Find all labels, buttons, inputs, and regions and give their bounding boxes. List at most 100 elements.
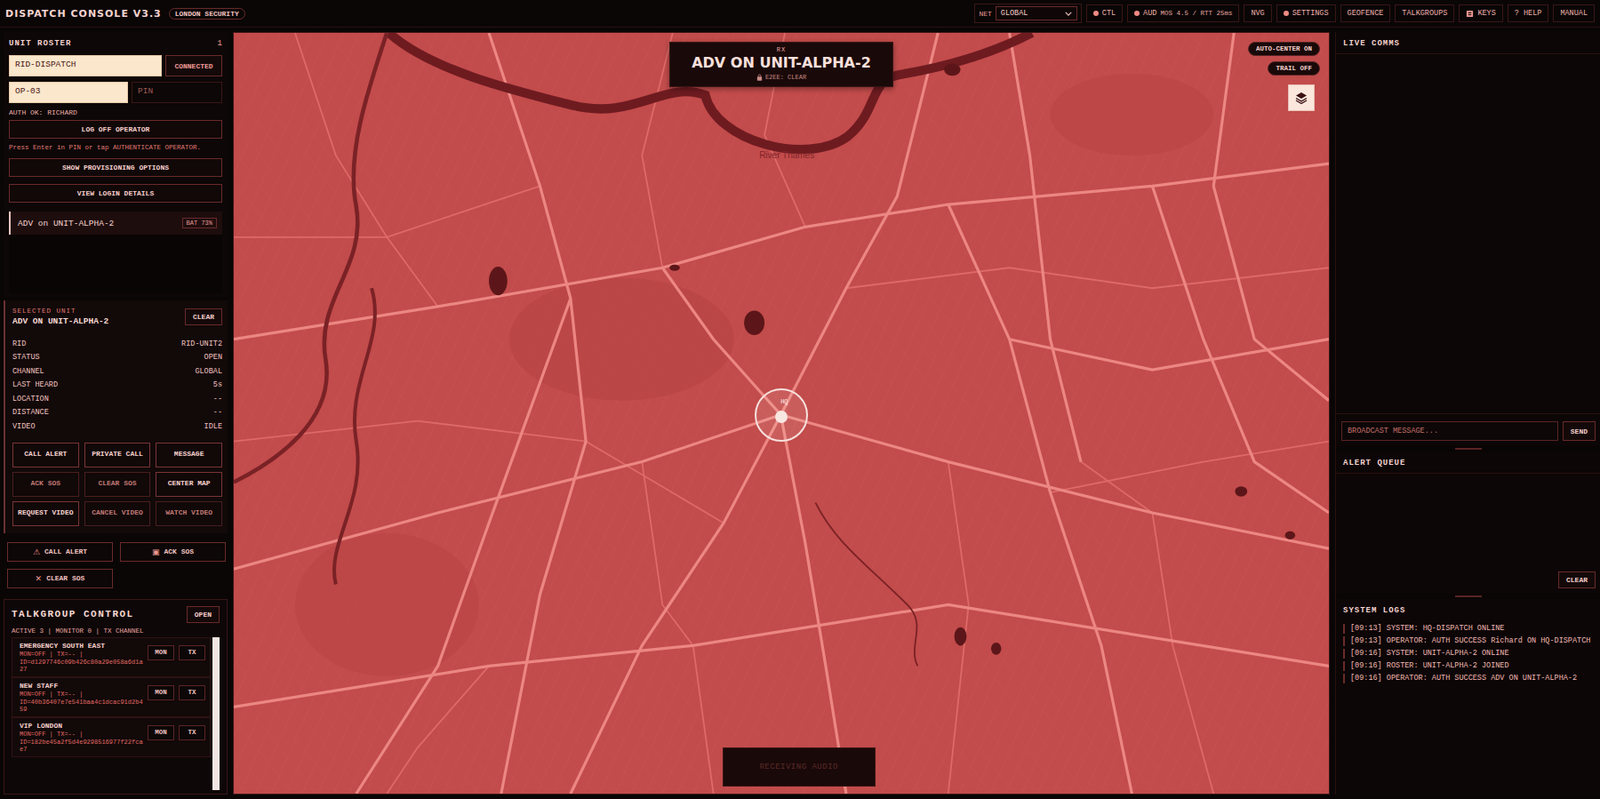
field-key: LAST HEARD xyxy=(12,380,58,390)
talkgroup-list: EMERGENCY SOUTH EASTMON=OFF | TX=-- |ID=… xyxy=(11,637,211,792)
chevron-down-icon xyxy=(1064,11,1072,16)
auth-hint: Press Enter in PIN or tap AUTHENTICATE O… xyxy=(8,144,223,152)
roster-option-button[interactable]: VIEW LOGIN DETAILS xyxy=(8,184,223,203)
talkgroup-buttons: MONTX xyxy=(147,721,206,753)
status-dot-icon xyxy=(1093,10,1099,16)
toolbar-button[interactable]: ? HELP xyxy=(1507,4,1550,23)
scrollbar-thumb[interactable] xyxy=(212,637,220,792)
toolbar-button[interactable]: TALKGROUPS xyxy=(1394,4,1455,23)
toolbar-button[interactable]: NVG xyxy=(1243,4,1272,23)
audio-indicator: RECEIVING AUDIO xyxy=(722,747,876,787)
battery-badge: BAT 73% xyxy=(182,217,217,229)
pin-field[interactable]: PIN xyxy=(131,81,223,104)
logoff-button[interactable]: LOG OFF OPERATOR xyxy=(8,120,223,139)
talkgroup-open-button[interactable]: OPEN xyxy=(186,606,220,624)
roster-header: UNIT ROSTER 1 xyxy=(8,39,223,48)
unit-actions: CALL ALERTPRIVATE CALLMESSAGE ACK SOSCLEA… xyxy=(12,442,223,527)
rx-banner: RXADV ON UNIT-ALPHA-2E2EE: CLEAR xyxy=(669,41,894,88)
field-value: -- xyxy=(213,394,223,404)
unit-action-button[interactable]: CALL ALERT xyxy=(12,442,80,468)
log-time: [09:16] xyxy=(1350,648,1383,658)
hq-marker[interactable]: HQ xyxy=(754,388,808,442)
talkgroup-button[interactable]: MON xyxy=(147,645,175,661)
unit-field: RIDRID-UNIT2 xyxy=(12,336,223,352)
map[interactable]: River ThamesHQRXADV ON UNIT-ALPHA-2E2EE:… xyxy=(232,32,1330,795)
send-button[interactable]: SEND xyxy=(1562,421,1596,441)
toolbar: NETGLOBALCTLAUDMOS 4.5 / RTT 25msNVGSETT… xyxy=(974,3,1595,24)
quick-action-label: ACK SOS xyxy=(163,547,194,556)
talkgroup-info: EMERGENCY SOUTH EASTMON=OFF | TX=-- |ID=… xyxy=(19,641,144,673)
unit-action-button[interactable]: WATCH VIDEO xyxy=(155,501,223,527)
unit-action-button[interactable]: CENTER MAP xyxy=(155,472,223,497)
unit-action-button[interactable]: MESSAGE xyxy=(155,442,223,468)
talkgroup-button[interactable]: TX xyxy=(178,725,206,741)
field-value: 5s xyxy=(213,380,223,390)
clear-alerts-button[interactable]: CLEAR xyxy=(1558,571,1596,589)
talkgroup-header: TALKGROUP CONTROLOPEN xyxy=(11,606,220,624)
connection-button[interactable]: CONNECTED xyxy=(165,55,223,77)
map-controls: AUTO-CENTER ON TRAIL OFF xyxy=(1248,41,1320,112)
roster-option-button[interactable]: SHOW PROVISIONING OPTIONS xyxy=(8,158,223,177)
toolbar-label: AUD xyxy=(1143,8,1157,18)
layers-button[interactable] xyxy=(1288,84,1315,112)
toolbar-detail: MOS 4.5 / RTT 25ms xyxy=(1160,9,1232,17)
toolbar-button[interactable]: GEOFENCE xyxy=(1340,4,1392,23)
toolbar-button[interactable]: KEYS xyxy=(1458,4,1503,23)
log-text: SYSTEM: HQ-DISPATCH ONLINE xyxy=(1386,624,1505,633)
toolbar-button[interactable]: CTL xyxy=(1086,4,1123,23)
lock-icon xyxy=(756,73,763,81)
live-comms-title: LIVE COMMS xyxy=(1336,32,1600,48)
talkgroup-button[interactable]: TX xyxy=(178,685,206,701)
clear-selection-button[interactable]: CLEAR xyxy=(184,308,223,326)
selected-unit-heading: SELECTED UNITADV ON UNIT-ALPHA-2 xyxy=(12,307,109,327)
unit-action-button[interactable]: REQUEST VIDEO xyxy=(12,501,80,527)
field-value: RID-UNIT2 xyxy=(181,339,223,349)
log-list: [09:13] SYSTEM: HQ-DISPATCH ONLINE[09:13… xyxy=(1336,624,1600,684)
talkgroup-button[interactable]: MON xyxy=(147,685,175,701)
unit-action-button[interactable]: CLEAR SOS xyxy=(84,472,152,497)
net-dropdown[interactable]: GLOBAL xyxy=(995,6,1078,21)
talkgroup-button[interactable]: MON xyxy=(147,725,175,741)
toolbar-button[interactable]: SETTINGS xyxy=(1276,4,1336,23)
net-label: NET xyxy=(978,9,992,18)
toolbar-button[interactable]: MANUAL xyxy=(1552,4,1595,23)
unit-item[interactable]: ADV on UNIT-ALPHA-2BAT 73% xyxy=(8,211,223,235)
field-value: GLOBAL xyxy=(194,367,223,376)
live-comms-panel: LIVE COMMS BROADCAST MESSAGE...SEND xyxy=(1336,32,1600,447)
unit-action-button[interactable]: PRIVATE CALL xyxy=(84,442,152,468)
unit-roster-panel: UNIT ROSTER 1 RID-DISPATCHCONNECTED OP-03PI… xyxy=(3,32,228,795)
quick-actions: ⚠CALL ALERT ▣ACK SOS ✕CLEAR SOS xyxy=(3,542,228,589)
toolbar-label: KEYS xyxy=(1477,8,1496,18)
unit-field: VIDEOIDLE xyxy=(12,419,223,434)
quick-action-button[interactable]: ✕CLEAR SOS xyxy=(7,568,113,589)
unit-action-button[interactable]: ACK SOS xyxy=(12,472,80,497)
log-time: [09:13] xyxy=(1350,636,1383,646)
log-time: [09:16] xyxy=(1350,661,1383,671)
hq-dot-icon xyxy=(775,410,788,424)
talkgroup-buttons: MONTX xyxy=(147,681,206,713)
field-value: OPEN xyxy=(204,352,223,362)
log-time: [09:13] xyxy=(1350,624,1383,633)
map-toggle[interactable]: AUTO-CENTER ON xyxy=(1248,41,1320,56)
quick-action-button[interactable]: ▣ACK SOS xyxy=(120,542,226,562)
talkgroup-list-frame: EMERGENCY SOUTH EASTMON=OFF | TX=-- |ID=… xyxy=(11,637,220,792)
toolbar-label: MANUAL xyxy=(1560,8,1588,18)
roster-title: UNIT ROSTER xyxy=(8,39,72,48)
layers-icon xyxy=(1294,90,1309,105)
quick-action-button[interactable]: ⚠CALL ALERT xyxy=(7,542,113,562)
unit-list: ADV on UNIT-ALPHA-2BAT 73% xyxy=(8,211,223,294)
talkgroup-button[interactable]: TX xyxy=(178,645,206,661)
broadcast-field[interactable]: BROADCAST MESSAGE... xyxy=(1341,421,1559,441)
dispatch-id-field[interactable]: RID-DISPATCH xyxy=(8,55,162,77)
talkgroup-id: ID=40b36407e7e541baa4c1dcac91d2b459 xyxy=(19,698,144,713)
log-entry: [09:16] SYSTEM: UNIT-ALPHA-2 ONLINE xyxy=(1343,648,1598,659)
log-entry: [09:16] ROSTER: UNIT-ALPHA-2 JOINED xyxy=(1343,661,1598,672)
operator-id-field[interactable]: OP-03 xyxy=(8,81,128,104)
roster-count: 1 xyxy=(217,39,223,48)
toolbar-button[interactable]: AUDMOS 4.5 / RTT 25ms xyxy=(1127,4,1240,23)
quick-action-label: CALL ALERT xyxy=(44,547,88,556)
unit-action-button[interactable]: CANCEL VIDEO xyxy=(84,501,152,527)
system-logs-title: SYSTEM LOGS xyxy=(1336,599,1600,616)
map-toggle[interactable]: TRAIL OFF xyxy=(1267,61,1320,76)
scrollbar[interactable] xyxy=(212,637,220,792)
